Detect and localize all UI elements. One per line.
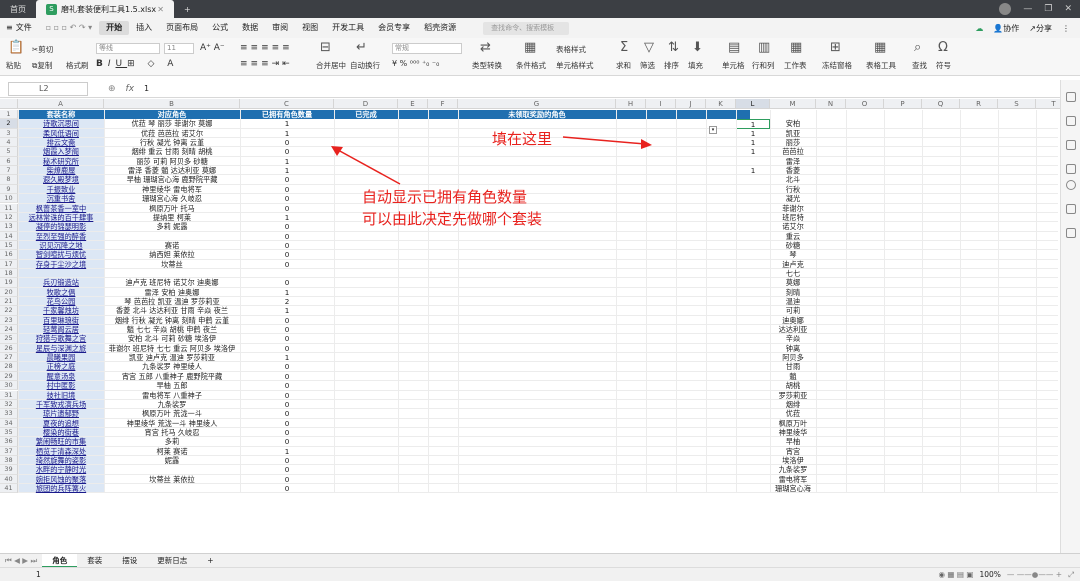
zoom-level[interactable]: 100% <box>979 570 1000 579</box>
sidebar-backup-icon[interactable] <box>1066 228 1076 238</box>
zoom-slider[interactable]: — ——●—— + <box>1007 570 1062 579</box>
status-bar: 1 ◉ ▦ ▤ ▣ 100% — ——●—— + ⤢ <box>0 567 1080 581</box>
arrow-to-column-l <box>562 136 646 145</box>
sidebar-shape-icon[interactable] <box>1066 164 1076 174</box>
view-mode-icons[interactable]: ◉ ▦ ▤ ▣ <box>938 570 973 579</box>
sidebar-select-icon[interactable] <box>1066 116 1076 126</box>
fullscreen-icon[interactable]: ⤢ <box>1068 570 1074 580</box>
annotation-arrows <box>331 136 652 185</box>
sheet-tab-bar: ⏮ ◀ ▶ ⏭ 角色 套装 摆设 更新日志 + <box>0 553 1080 568</box>
sidebar-settings-icon[interactable] <box>1066 92 1076 102</box>
sidebar-pen-icon[interactable] <box>1066 140 1076 150</box>
sidebar-history-icon[interactable] <box>1066 204 1076 214</box>
sheet-nav-icons[interactable]: ⏮ ◀ ▶ ⏭ <box>0 556 42 566</box>
add-sheet-button[interactable]: + <box>197 554 223 568</box>
sheet-tab-changelog[interactable]: 更新日志 <box>147 554 197 568</box>
arrow-head-l <box>641 139 652 149</box>
sidebar-help-icon[interactable] <box>1066 180 1076 190</box>
status-cell-value: 1 <box>36 570 41 579</box>
cell-dropdown-icon[interactable]: ▾ <box>709 126 717 134</box>
sheet-tab-furnish[interactable]: 摆设 <box>112 554 147 568</box>
sheet-tab-sets[interactable]: 套装 <box>77 554 112 568</box>
sheet-tab-roles[interactable]: 角色 <box>42 553 78 568</box>
arrow-to-column-c <box>337 149 401 185</box>
right-sidebar <box>1060 80 1080 553</box>
